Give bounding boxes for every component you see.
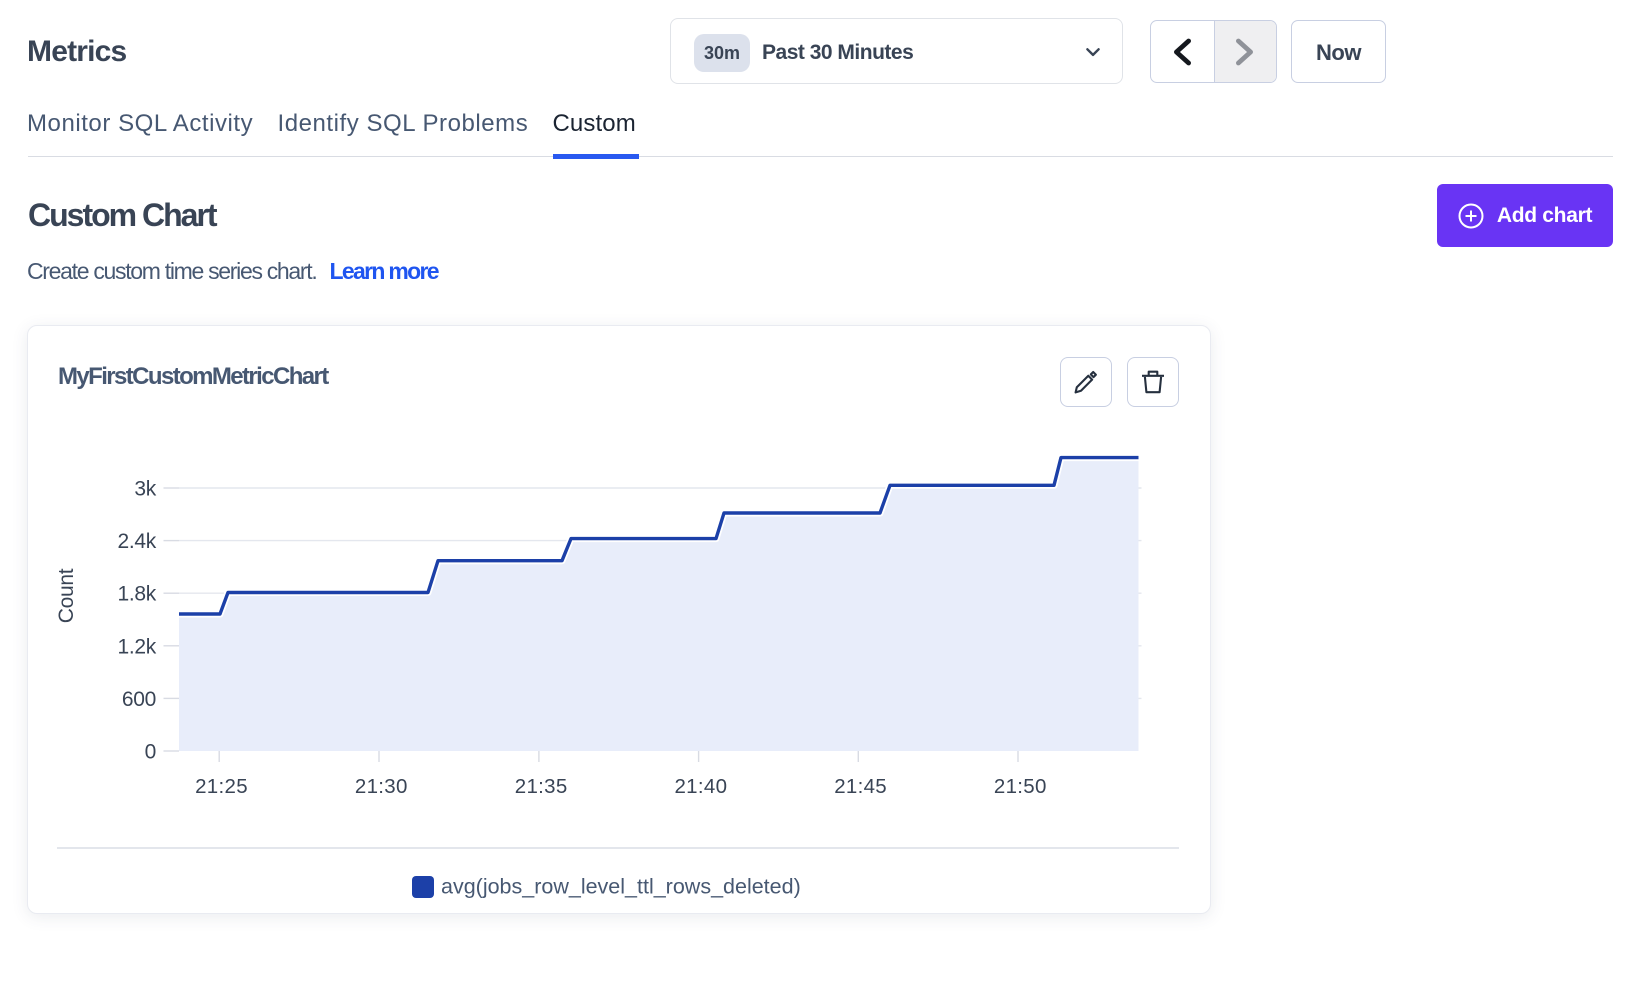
svg-text:Count: Count (55, 568, 78, 623)
svg-text:avg(jobs_row_level_ttl_rows_de: avg(jobs_row_level_ttl_rows_deleted) (441, 875, 801, 899)
svg-text:21:50: 21:50 (994, 775, 1047, 798)
svg-text:21:30: 21:30 (355, 775, 408, 798)
svg-text:1.2k: 1.2k (118, 635, 157, 658)
svg-text:21:45: 21:45 (834, 775, 887, 798)
svg-text:21:25: 21:25 (195, 775, 248, 798)
svg-text:0: 0 (145, 741, 156, 764)
svg-text:21:40: 21:40 (674, 775, 727, 798)
svg-text:21:35: 21:35 (515, 775, 568, 798)
svg-text:600: 600 (122, 688, 156, 711)
svg-text:2.4k: 2.4k (118, 530, 157, 553)
svg-text:1.8k: 1.8k (118, 583, 157, 606)
svg-text:3k: 3k (134, 478, 156, 501)
